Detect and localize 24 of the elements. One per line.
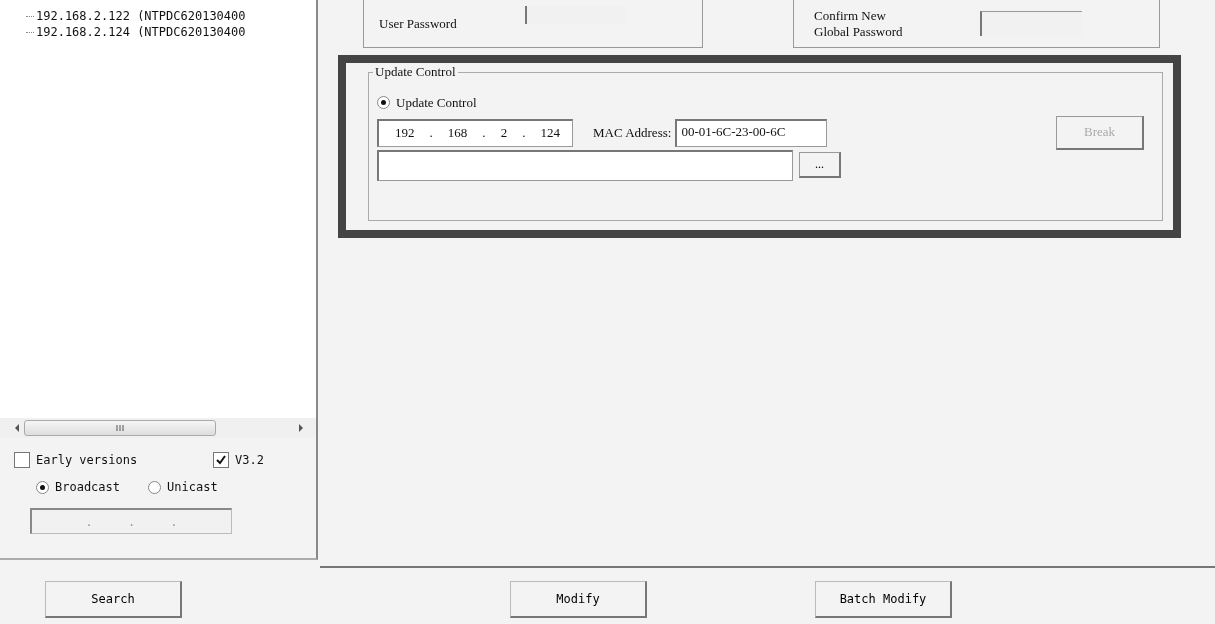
radio-dot[interactable] (148, 480, 162, 494)
field-label: Confirm New Global Password (814, 7, 903, 40)
grip-icon (116, 425, 124, 431)
early-versions-checkbox[interactable]: Early versions (14, 452, 138, 468)
mac-address-field[interactable]: 00-01-6C-23-00-6C (675, 118, 828, 147)
radio-dot[interactable] (36, 480, 49, 494)
mode-radio[interactable]: Broadcast (36, 480, 121, 494)
browse-button[interactable]: ... (799, 152, 841, 178)
update-control-radio[interactable]: Update Control (377, 94, 477, 111)
ip-address-field[interactable]: 192 . 168 . 2 . 124 (377, 118, 573, 147)
file-path-field[interactable] (377, 149, 793, 181)
mac-address-label: MAC Address: (593, 124, 672, 141)
group-title: Update Control (373, 64, 458, 80)
modify-button[interactable]: Modify (510, 581, 647, 619)
mode-radio[interactable]: Unicast (148, 480, 218, 494)
scroll-right-icon[interactable] (298, 424, 304, 432)
search-button[interactable]: Search (45, 581, 182, 619)
checkmark-icon (215, 454, 228, 466)
batch-modify-button[interactable]: Batch Modify (815, 581, 952, 619)
tree-item[interactable]: 192.168.2.124 (NTPDC620130400 (36, 25, 246, 39)
v32-checkbox[interactable]: V3.2 (213, 452, 264, 468)
tree-item[interactable]: 192.168.2.122 (NTPDC620130400 (36, 9, 246, 23)
scroll-left-icon[interactable] (14, 424, 20, 432)
field-label: User Password (379, 15, 457, 32)
